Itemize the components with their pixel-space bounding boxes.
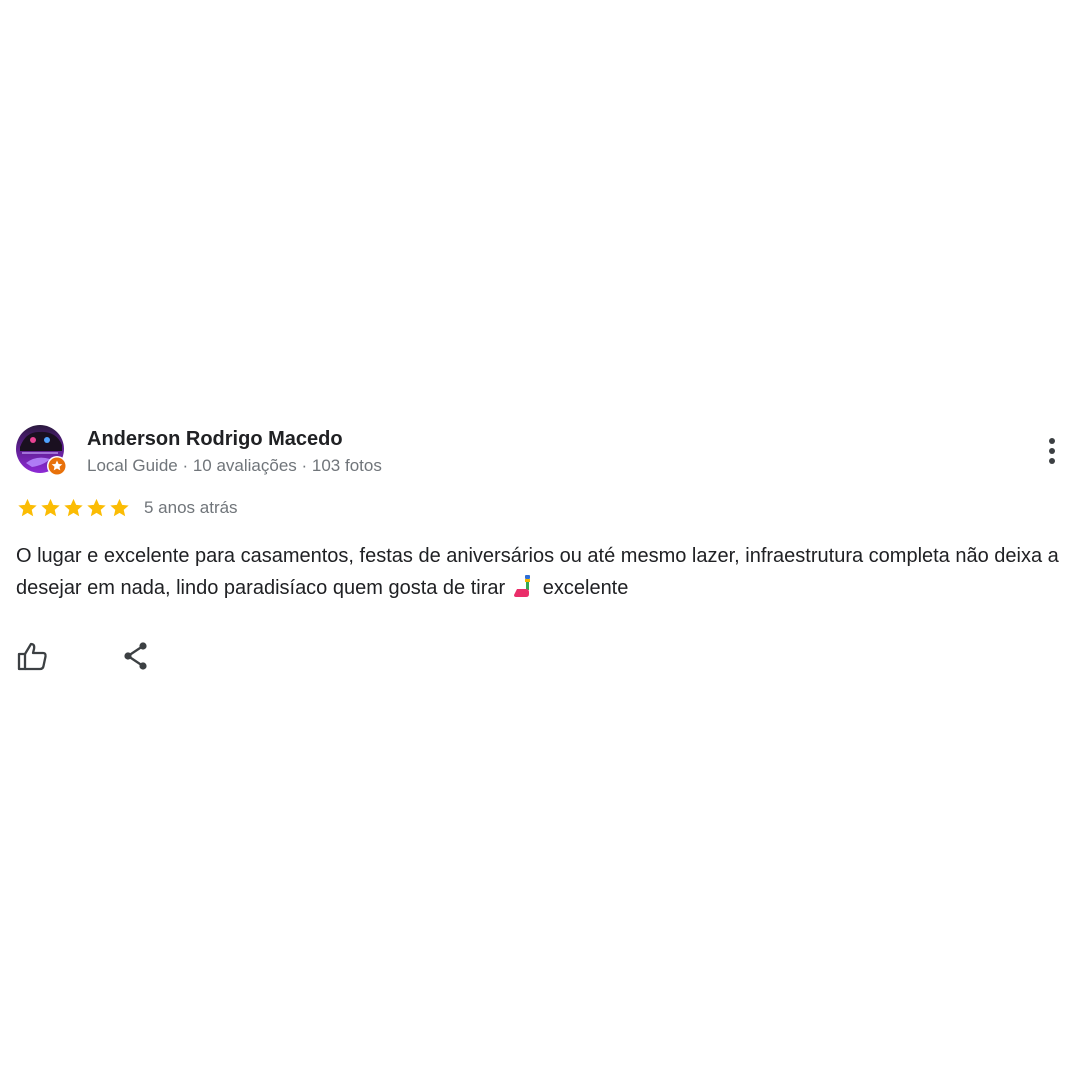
review-text-end: excelente xyxy=(542,577,629,599)
review-card: Anderson Rodrigo Macedo Local Guide · 10… xyxy=(16,425,1066,672)
review-date: 5 anos atrás xyxy=(144,498,238,517)
reviewer-meta: Local Guide · 10 avaliações · 103 fotos xyxy=(87,456,382,475)
star-icon xyxy=(87,498,106,517)
like-button[interactable] xyxy=(16,640,48,672)
star-rating xyxy=(16,497,131,519)
reviewer-name[interactable]: Anderson Rodrigo Macedo xyxy=(87,428,343,451)
review-actions xyxy=(16,640,1066,672)
star-icon xyxy=(64,498,83,517)
avatar[interactable] xyxy=(16,425,68,477)
local-guide-star-icon xyxy=(47,456,67,476)
more-options-button[interactable] xyxy=(1040,433,1064,469)
star-icon xyxy=(18,498,37,517)
selfie-stick-emoji xyxy=(513,575,530,597)
review-text-main: O lugar e excelente para casamentos, fes… xyxy=(16,545,1059,599)
review-header: Anderson Rodrigo Macedo Local Guide · 10… xyxy=(16,425,1066,479)
share-icon xyxy=(124,642,147,670)
star-icon xyxy=(41,498,60,517)
star-icon xyxy=(110,498,129,517)
share-button[interactable] xyxy=(120,640,152,672)
review-text: O lugar e excelente para casamentos, fes… xyxy=(16,540,1066,604)
rating-row: 5 anos atrás xyxy=(16,495,1066,521)
more-vert-icon xyxy=(1049,438,1055,464)
thumbs-up-icon xyxy=(17,642,47,671)
